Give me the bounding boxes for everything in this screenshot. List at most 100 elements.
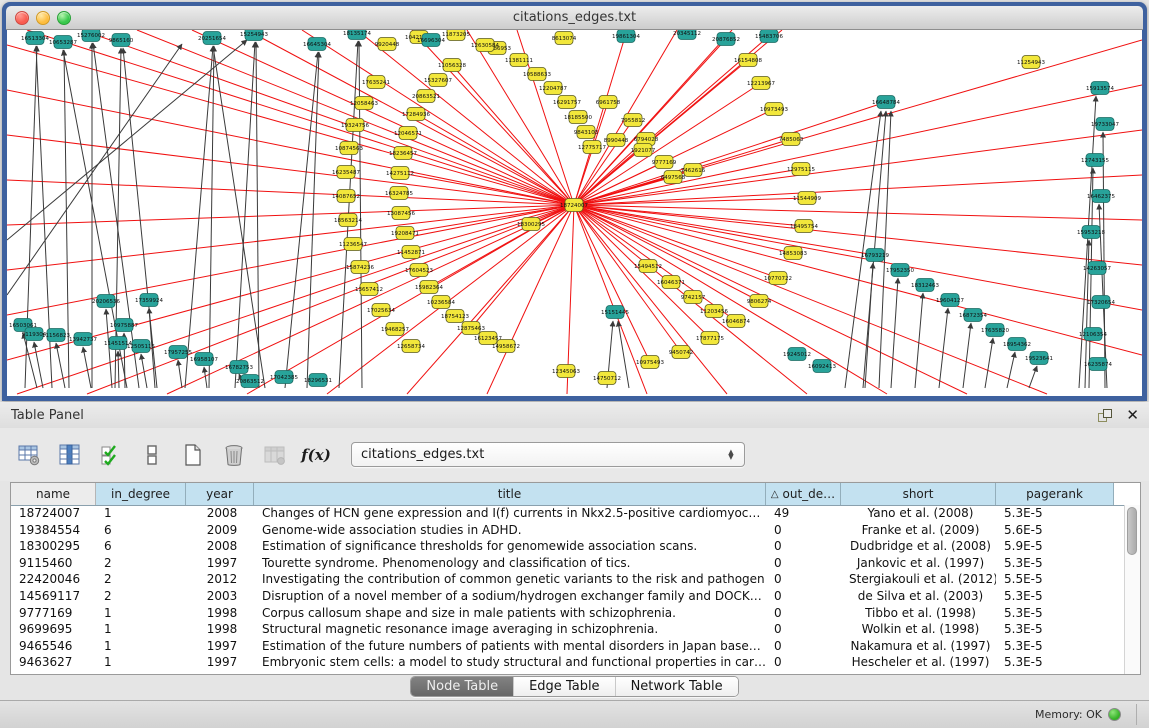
graph-node[interactable]: 9742157 [681, 291, 706, 304]
function-builder-icon[interactable]: f(x) [303, 442, 329, 468]
network-canvas[interactable]: 1615480812213967109734937485063129751151… [7, 30, 1142, 396]
table-row[interactable]: 1872400712008Changes of HCN gene express… [11, 505, 1125, 522]
graph-node[interactable]: 19604127 [936, 294, 964, 307]
graph-node[interactable]: 17952350 [886, 264, 914, 277]
graph-node[interactable]: 19208471 [391, 227, 419, 240]
graph-node[interactable]: 13942737 [69, 333, 97, 346]
table-row[interactable]: 1938455462009Genome-wide association stu… [11, 522, 1125, 539]
graph-node[interactable]: 8990448 [604, 134, 629, 147]
graph-node[interactable]: 9865160 [109, 34, 134, 47]
table-row[interactable]: 977716911998Corpus callosum shape and si… [11, 605, 1125, 622]
graph-node[interactable]: 16782753 [225, 361, 253, 374]
graph-node[interactable]: 14275112 [386, 167, 414, 180]
graph-node[interactable]: 18296531 [304, 374, 332, 387]
graph-node[interactable]: 16958107 [190, 353, 218, 366]
graph-node[interactable]: 14750712 [593, 372, 621, 385]
table-row[interactable]: 2242004622012Investigating the contribut… [11, 571, 1125, 588]
column-header-in_degree[interactable]: in_degree [96, 483, 186, 505]
graph-node[interactable]: 17359924 [135, 294, 163, 307]
delete-column-icon[interactable] [221, 442, 247, 468]
graph-node[interactable]: 19245012 [783, 348, 811, 361]
graph-node[interactable]: 6961758 [596, 96, 621, 109]
graph-node[interactable]: 14853083 [779, 247, 807, 260]
table-row[interactable]: 946554611997Estimation of the future num… [11, 638, 1125, 655]
graph-node[interactable]: 19733047 [1091, 118, 1119, 131]
table-select[interactable]: citations_edges.txt ▲▼ [351, 442, 745, 467]
graph-node[interactable]: 12658734 [397, 340, 425, 353]
graph-node[interactable]: 14087652 [332, 190, 360, 203]
graph-node[interactable]: 17042385 [270, 371, 298, 384]
show-columns-icon[interactable] [57, 442, 83, 468]
graph-node[interactable]: 16513304 [21, 32, 49, 45]
graph-node[interactable]: 12213967 [747, 77, 775, 90]
graph-node[interactable]: 11203456 [700, 305, 728, 318]
graph-node[interactable]: 15276002 [77, 30, 105, 42]
scrollbar-thumb[interactable] [1127, 507, 1137, 555]
graph-node[interactable]: 16462375 [1087, 190, 1115, 203]
column-header-title[interactable]: title [254, 483, 766, 505]
table-options-icon[interactable] [16, 442, 42, 468]
table-row[interactable]: 969969511998Structural magnetic resonanc… [11, 621, 1125, 638]
graph-node[interactable]: 19861304 [612, 30, 640, 43]
graph-node[interactable]: 11381111 [505, 54, 533, 67]
graph-node[interactable]: 17635820 [981, 324, 1009, 337]
close-panel-icon[interactable]: ✕ [1126, 408, 1139, 422]
graph-node[interactable]: 15913574 [1086, 82, 1114, 95]
graph-node[interactable]: 16648784 [872, 96, 900, 109]
window-titlebar[interactable]: citations_edges.txt [6, 6, 1143, 30]
toggle-rows-icon[interactable] [139, 442, 165, 468]
table-row[interactable]: 1456911722003Disruption of a novel membe… [11, 588, 1125, 605]
graph-node[interactable]: 9920448 [375, 38, 400, 51]
graph-node[interactable]: 18185500 [564, 111, 592, 124]
graph-node[interactable]: 11056328 [438, 59, 466, 72]
vertical-scrollbar[interactable] [1124, 505, 1140, 674]
graph-node[interactable]: 7462616 [681, 164, 706, 177]
graph-node[interactable]: 9843103 [574, 126, 599, 139]
table-row[interactable]: 946362711997Embryonic stem cells: a mode… [11, 654, 1125, 671]
graph-node[interactable]: 17877175 [696, 332, 724, 345]
graph-node[interactable]: 17635241 [362, 76, 390, 89]
network-view[interactable]: 1615480812213967109734937485063129751151… [7, 30, 1142, 396]
graph-node[interactable]: 17320654 [1087, 296, 1115, 309]
select-rows-icon[interactable] [98, 442, 124, 468]
graph-node[interactable]: 10874563 [335, 142, 363, 155]
graph-node[interactable]: 7485063 [779, 133, 804, 146]
graph-node[interactable]: 7955812 [621, 114, 646, 127]
graph-node[interactable]: 11236547 [339, 238, 367, 251]
graph-node[interactable]: 11156823 [42, 329, 70, 342]
graph-node[interactable]: 17025634 [367, 304, 395, 317]
column-header-name[interactable]: name [11, 483, 96, 505]
graph-node[interactable]: 13087456 [387, 207, 415, 220]
graph-node[interactable]: 10588633 [523, 68, 551, 81]
memory-ok-indicator[interactable] [1108, 708, 1121, 721]
graph-node[interactable]: 15327607 [424, 74, 452, 87]
graph-node[interactable]: 13657412 [355, 283, 383, 296]
graph-node[interactable]: 17604523 [405, 264, 433, 277]
graph-node[interactable]: 16872354 [959, 309, 987, 322]
graph-node[interactable]: 16645304 [303, 38, 331, 51]
graph-node[interactable]: 12106354 [1079, 328, 1107, 341]
graph-node[interactable]: 9777169 [652, 156, 677, 169]
graph-node[interactable]: 18563214 [334, 214, 362, 227]
table-row[interactable]: 1830029562008Estimation of significance … [11, 538, 1125, 555]
graph-node[interactable]: 14263057 [1083, 262, 1111, 275]
graph-node[interactable]: 12204787 [539, 82, 567, 95]
graph-node[interactable]: 10236584 [427, 296, 455, 309]
graph-node[interactable]: 12775717 [578, 141, 606, 154]
graph-node[interactable]: 10653287 [49, 36, 77, 49]
close-window-button[interactable] [15, 11, 29, 25]
graph-node[interactable]: 18312463 [911, 279, 939, 292]
graph-node[interactable]: 16154808 [734, 54, 762, 67]
graph-node[interactable]: 16235874 [1084, 358, 1112, 371]
graph-node[interactable]: 15953218 [1077, 226, 1105, 239]
graph-node[interactable]: 18954362 [1003, 338, 1031, 351]
graph-node[interactable]: 15874236 [346, 261, 374, 274]
table-row[interactable]: 911546021997Tourette syndrome. Phenomeno… [11, 555, 1125, 572]
graph-node[interactable]: 20863521 [412, 90, 440, 103]
graph-node[interactable]: 20876852 [712, 33, 740, 46]
graph-node[interactable]: 18236457 [389, 147, 417, 160]
graph-node[interactable]: 8613074 [552, 32, 577, 45]
float-panel-icon[interactable] [1098, 409, 1112, 422]
tab-edge-table[interactable]: Edge Table [513, 677, 614, 696]
graph-node[interactable]: 10975493 [636, 356, 664, 369]
